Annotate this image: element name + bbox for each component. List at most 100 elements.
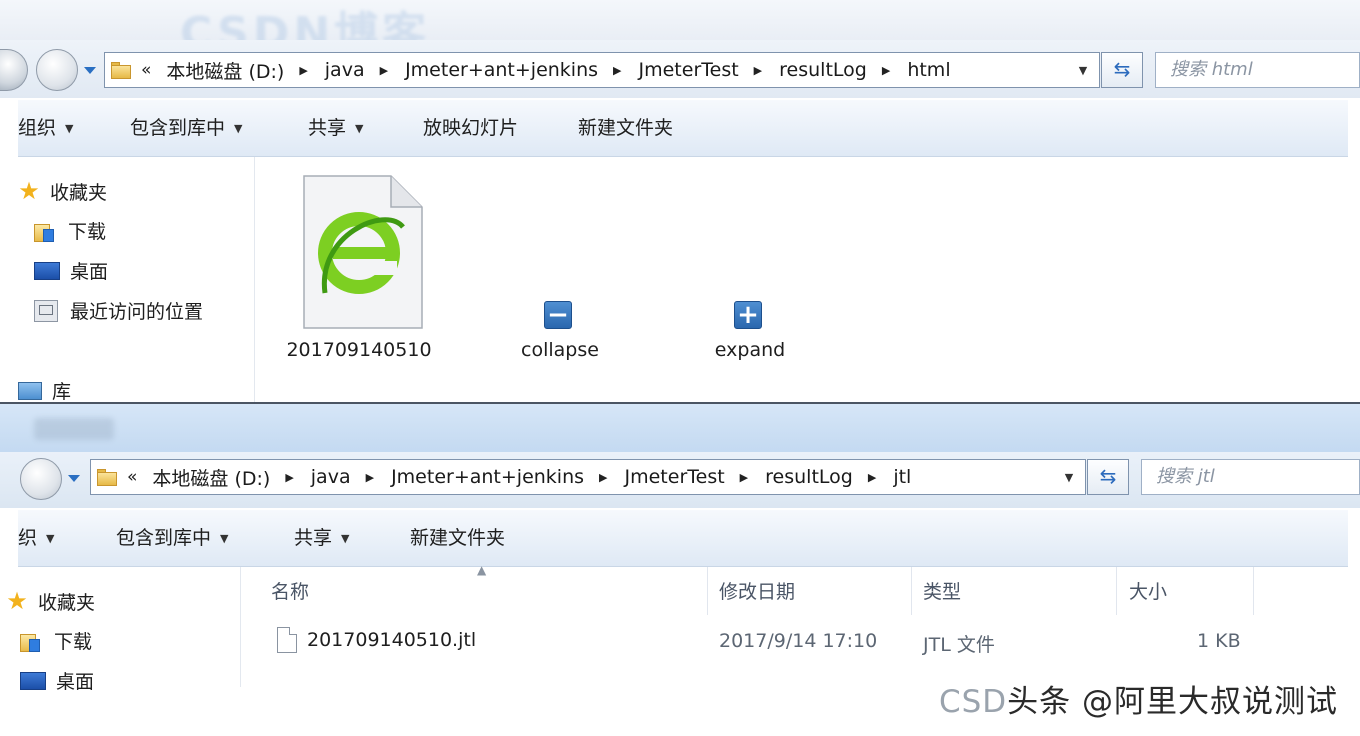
downloads-folder-icon bbox=[20, 630, 40, 652]
new-folder-button[interactable]: 新建文件夹 bbox=[410, 510, 505, 566]
slideshow-button[interactable]: 放映幻灯片 bbox=[423, 100, 518, 156]
top-window-titlebar: CSDN博客 bbox=[0, 0, 1360, 56]
include-in-library-menu[interactable]: 包含到库中 ▼ bbox=[130, 100, 242, 157]
file-name-cell: 201709140510.jtl bbox=[307, 629, 477, 651]
type-cell: JTL 文件 bbox=[923, 634, 995, 656]
file-name: collapse bbox=[521, 339, 599, 361]
star-icon: ★ bbox=[18, 177, 40, 205]
breadcrumb-resultlog[interactable]: resultLog bbox=[779, 59, 867, 81]
file-name: 201709140510 bbox=[286, 339, 432, 361]
sidebar-item-favorites[interactable]: ★ 收藏夹 bbox=[18, 177, 107, 205]
column-header-size[interactable]: 大小 bbox=[1129, 577, 1167, 604]
refresh-icon[interactable]: ⇆ bbox=[1101, 52, 1143, 88]
breadcrumb-separator-icon[interactable]: ▶ bbox=[613, 64, 621, 77]
breadcrumb-html[interactable]: html bbox=[907, 59, 950, 81]
column-divider[interactable] bbox=[911, 567, 912, 615]
chevron-down-icon: ▼ bbox=[341, 532, 350, 545]
breadcrumb-jmetertest[interactable]: JmeterTest bbox=[625, 466, 725, 488]
chevron-down-icon[interactable]: ▼ bbox=[1053, 471, 1085, 484]
breadcrumb-separator-icon[interactable]: ▶ bbox=[740, 471, 748, 484]
plus-square-icon: + bbox=[734, 301, 762, 329]
share-menu[interactable]: 共享 ▼ bbox=[308, 100, 363, 157]
file-item-expand[interactable]: + expand bbox=[705, 301, 795, 371]
search-input[interactable]: 搜索 html bbox=[1155, 52, 1360, 88]
top-window-navbar: « 本地磁盘 (D:) ▶ java ▶ Jmeter+ant+jenkins … bbox=[0, 40, 1360, 98]
organize-menu[interactable]: 组织 ▼ bbox=[18, 100, 73, 157]
recent-pages-dropdown-icon[interactable] bbox=[84, 67, 96, 74]
share-menu[interactable]: 共享 ▼ bbox=[294, 510, 349, 567]
breadcrumb-java[interactable]: java bbox=[325, 59, 365, 81]
sort-ascending-icon: ▲ bbox=[477, 563, 487, 577]
breadcrumb-separator-icon[interactable]: ▶ bbox=[882, 64, 890, 77]
sidebar-item-downloads[interactable]: 下载 bbox=[34, 217, 106, 244]
file-item-collapse[interactable]: − collapse bbox=[515, 301, 605, 371]
breadcrumb-jmeter-ant-jenkins[interactable]: Jmeter+ant+jenkins bbox=[391, 466, 584, 488]
sidebar-item-recent-places[interactable]: 最近访问的位置 bbox=[34, 297, 203, 324]
sidebar-item-favorites[interactable]: ★ 收藏夹 bbox=[6, 587, 95, 615]
folder-icon bbox=[97, 468, 117, 486]
star-icon: ★ bbox=[6, 587, 28, 615]
libraries-icon bbox=[18, 381, 42, 400]
chevron-down-icon: ▼ bbox=[220, 532, 229, 545]
sidebar-item-desktop[interactable]: 桌面 bbox=[34, 257, 108, 284]
column-header-modified[interactable]: 修改日期 bbox=[719, 577, 795, 604]
bottom-window-toolbar: 织 ▼ 包含到库中 ▼ 共享 ▼ 新建文件夹 bbox=[18, 510, 1348, 567]
watermark: CSD头条 @阿里大叔说测试 bbox=[938, 684, 1338, 720]
forward-button[interactable] bbox=[36, 49, 78, 91]
desktop-icon bbox=[20, 671, 46, 690]
breadcrumb-jmeter-ant-jenkins[interactable]: Jmeter+ant+jenkins bbox=[405, 59, 598, 81]
ie-html-icon bbox=[303, 175, 423, 329]
breadcrumb-java[interactable]: java bbox=[311, 466, 351, 488]
file-icon bbox=[277, 627, 297, 653]
search-input[interactable]: 搜索 jtl bbox=[1141, 459, 1360, 495]
bottom-window-navbar: « 本地磁盘 (D:) ▶ java ▶ Jmeter+ant+jenkins … bbox=[0, 452, 1360, 508]
address-bar[interactable]: « 本地磁盘 (D:) ▶ java ▶ Jmeter+ant+jenkins … bbox=[104, 52, 1100, 88]
chevron-down-icon[interactable]: ▼ bbox=[1067, 64, 1099, 77]
back-button[interactable] bbox=[20, 458, 62, 500]
include-in-library-menu[interactable]: 包含到库中 ▼ bbox=[116, 510, 228, 567]
back-button[interactable] bbox=[0, 49, 28, 91]
breadcrumb-jtl[interactable]: jtl bbox=[893, 466, 911, 488]
chevron-down-icon: ▼ bbox=[355, 122, 364, 135]
column-divider[interactable] bbox=[707, 567, 708, 615]
recent-places-icon bbox=[34, 299, 58, 322]
address-bar[interactable]: « 本地磁盘 (D:) ▶ java ▶ Jmeter+ant+jenkins … bbox=[90, 459, 1086, 495]
desktop-icon bbox=[34, 261, 60, 280]
breadcrumb-separator-icon[interactable]: ▶ bbox=[299, 64, 307, 77]
table-row[interactable]: 201709140510.jtl 2017/9/14 17:10 JTL 文件 … bbox=[271, 623, 1281, 657]
breadcrumb-drive[interactable]: 本地磁盘 (D:) bbox=[152, 464, 270, 491]
breadcrumb-separator-icon[interactable]: ▶ bbox=[868, 471, 876, 484]
size-cell: 1 KB bbox=[1197, 630, 1241, 652]
file-name: expand bbox=[714, 339, 786, 361]
breadcrumb-separator-icon[interactable]: ▶ bbox=[366, 471, 374, 484]
minus-square-icon: − bbox=[544, 301, 572, 329]
breadcrumb-separator-icon[interactable]: ▶ bbox=[380, 64, 388, 77]
breadcrumb-resultlog[interactable]: resultLog bbox=[765, 466, 853, 488]
breadcrumb-separator-icon[interactable]: ▶ bbox=[285, 471, 293, 484]
column-header-name[interactable]: 名称 bbox=[271, 577, 309, 604]
sidebar-item-libraries[interactable]: 库 bbox=[18, 377, 71, 404]
blurred-title bbox=[34, 418, 114, 440]
breadcrumb-separator-icon[interactable]: ▶ bbox=[754, 64, 762, 77]
refresh-icon[interactable]: ⇆ bbox=[1087, 459, 1129, 495]
column-divider[interactable] bbox=[1116, 567, 1117, 615]
new-folder-button[interactable]: 新建文件夹 bbox=[578, 100, 673, 156]
modified-cell: 2017/9/14 17:10 bbox=[719, 630, 878, 652]
bottom-window-titlebar bbox=[0, 402, 1360, 454]
breadcrumb-overflow[interactable]: « bbox=[127, 467, 137, 487]
breadcrumb-overflow[interactable]: « bbox=[141, 60, 151, 80]
chevron-down-icon: ▼ bbox=[46, 532, 55, 545]
breadcrumb-drive[interactable]: 本地磁盘 (D:) bbox=[166, 57, 284, 84]
sidebar-item-downloads[interactable]: 下载 bbox=[20, 627, 92, 654]
column-divider[interactable] bbox=[1253, 567, 1254, 615]
organize-menu[interactable]: 织 ▼ bbox=[18, 510, 54, 567]
file-item-html-report[interactable]: 201709140510 bbox=[286, 175, 432, 361]
sidebar-item-desktop[interactable]: 桌面 bbox=[20, 667, 94, 694]
breadcrumb-separator-icon[interactable]: ▶ bbox=[599, 471, 607, 484]
recent-pages-dropdown-icon[interactable] bbox=[68, 475, 80, 482]
folder-icon bbox=[111, 61, 131, 79]
breadcrumb-jmetertest[interactable]: JmeterTest bbox=[639, 59, 739, 81]
top-window-file-area: 201709140510 − collapse + expand bbox=[255, 157, 1348, 402]
chevron-down-icon: ▼ bbox=[65, 122, 74, 135]
column-header-type[interactable]: 类型 bbox=[923, 577, 961, 604]
